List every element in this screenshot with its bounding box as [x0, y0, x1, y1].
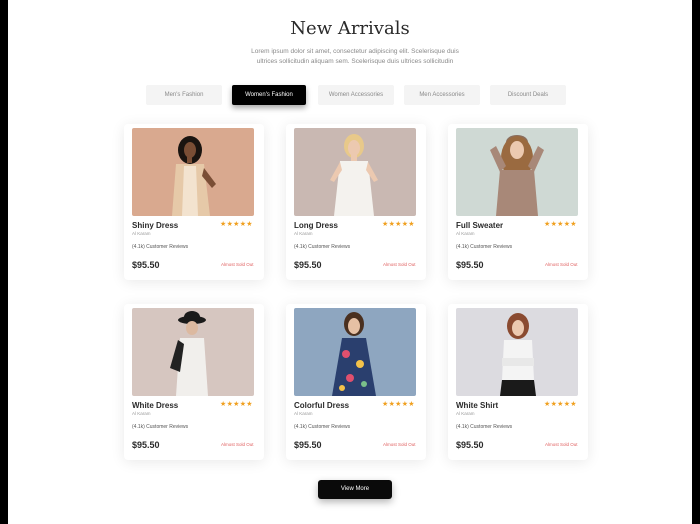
section-subtitle: Lorem ipsum dolor sit amet, consectetur …	[240, 47, 470, 67]
product-card[interactable]: Full Sweater Al Karam ★★★★★ (4.1k) Custo…	[448, 124, 588, 280]
tab-mens-fashion[interactable]: Men's Fashion	[146, 85, 222, 105]
page: New Arrivals Lorem ipsum dolor sit amet,…	[8, 0, 692, 524]
rating-stars-icon: ★★★★★	[220, 221, 253, 228]
stock-status: Almost Sold Out	[383, 262, 416, 267]
product-price: $95.50	[456, 440, 484, 450]
product-brand: Al Karam	[132, 231, 151, 236]
rating-stars-icon: ★★★★★	[544, 221, 577, 228]
stock-status: Almost Sold Out	[221, 442, 254, 447]
product-card[interactable]: Colorful Dress Al Karam ★★★★★ (4.1k) Cus…	[286, 304, 426, 460]
stock-status: Almost Sold Out	[545, 262, 578, 267]
product-price: $95.50	[132, 260, 160, 270]
product-card[interactable]: White Shirt Al Karam ★★★★★ (4.1k) Custom…	[448, 304, 588, 460]
product-card[interactable]: Long Dress Al Karam ★★★★★ (4.1k) Custome…	[286, 124, 426, 280]
product-name[interactable]: Colorful Dress	[294, 401, 349, 410]
product-name[interactable]: Long Dress	[294, 221, 338, 230]
stock-status: Almost Sold Out	[221, 262, 254, 267]
customer-reviews[interactable]: (4.1k) Customer Reviews	[456, 424, 512, 430]
product-name[interactable]: Full Sweater	[456, 221, 503, 230]
product-price: $95.50	[294, 260, 322, 270]
tab-discount-deals[interactable]: Discount Deals	[490, 85, 566, 105]
product-price: $95.50	[456, 260, 484, 270]
woman-white-dress-photo[interactable]	[294, 128, 416, 216]
product-card[interactable]: Shiny Dress Al Karam ★★★★★ (4.1k) Custom…	[124, 124, 264, 280]
customer-reviews[interactable]: (4.1k) Customer Reviews	[294, 244, 350, 250]
product-price: $95.50	[294, 440, 322, 450]
rating-stars-icon: ★★★★★	[220, 401, 253, 408]
product-price: $95.50	[132, 440, 160, 450]
tab-women-accessories[interactable]: Women Accessories	[318, 85, 394, 105]
tab-womens-fashion[interactable]: Women's Fashion	[232, 85, 306, 105]
product-brand: Al Karam	[132, 411, 151, 416]
view-more-button[interactable]: View More	[318, 480, 392, 499]
product-brand: Al Karam	[456, 411, 475, 416]
woman-beige-blazer-photo[interactable]	[132, 128, 254, 216]
rating-stars-icon: ★★★★★	[544, 401, 577, 408]
customer-reviews[interactable]: (4.1k) Customer Reviews	[456, 244, 512, 250]
product-card[interactable]: White Dress Al Karam ★★★★★ (4.1k) Custom…	[124, 304, 264, 460]
woman-hat-white-outfit-photo[interactable]	[132, 308, 254, 396]
product-brand: Al Karam	[456, 231, 475, 236]
woman-floral-dress-photo[interactable]	[294, 308, 416, 396]
rating-stars-icon: ★★★★★	[382, 221, 415, 228]
customer-reviews[interactable]: (4.1k) Customer Reviews	[294, 424, 350, 430]
product-brand: Al Karam	[294, 231, 313, 236]
tab-men-accessories[interactable]: Men Accessories	[404, 85, 480, 105]
rating-stars-icon: ★★★★★	[382, 401, 415, 408]
woman-sweater-photo[interactable]	[456, 128, 578, 216]
product-name[interactable]: Shiny Dress	[132, 221, 178, 230]
section-title: New Arrivals	[290, 18, 410, 39]
subtitle-line-1: Lorem ipsum dolor sit amet, consectetur …	[251, 48, 459, 55]
subtitle-line-2: ultrices sollicitudin aliquam sem. Scele…	[256, 58, 454, 65]
customer-reviews[interactable]: (4.1k) Customer Reviews	[132, 244, 188, 250]
stock-status: Almost Sold Out	[545, 442, 578, 447]
woman-white-top-photo[interactable]	[456, 308, 578, 396]
product-name[interactable]: White Shirt	[456, 401, 498, 410]
customer-reviews[interactable]: (4.1k) Customer Reviews	[132, 424, 188, 430]
product-name[interactable]: White Dress	[132, 401, 178, 410]
product-brand: Al Karam	[294, 411, 313, 416]
stock-status: Almost Sold Out	[383, 442, 416, 447]
